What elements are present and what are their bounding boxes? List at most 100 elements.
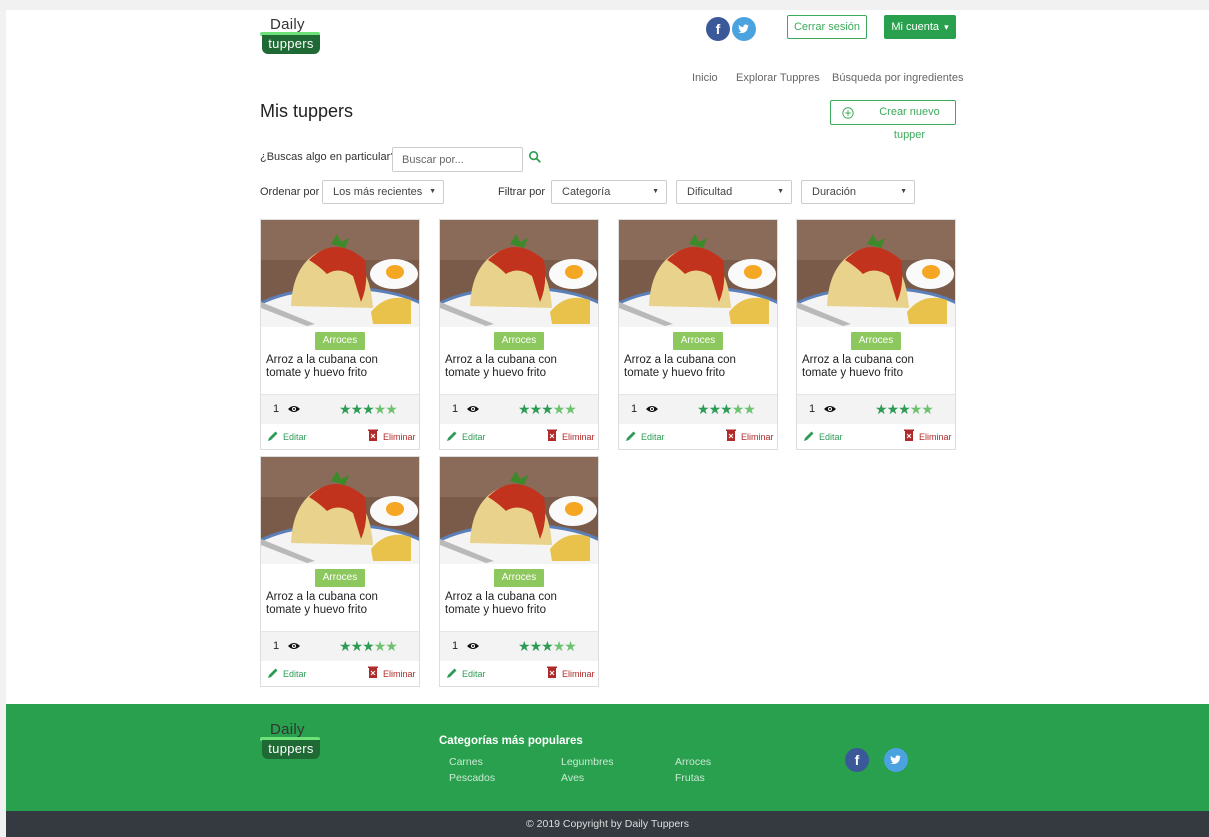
tupper-title[interactable]: Arroz a la cubana con tomate y huevo fri…: [266, 354, 416, 380]
filter-label: Filtrar por: [498, 186, 546, 198]
nav-item-busqueda[interactable]: Búsqueda por ingredientes: [832, 72, 963, 84]
edit-label: Editar: [462, 432, 486, 442]
facebook-icon[interactable]: f: [706, 17, 730, 41]
category-badge[interactable]: Arroces: [673, 332, 723, 350]
footer-facebook-icon[interactable]: f: [845, 748, 869, 772]
tupper-card[interactable]: Arroces Arroz a la cubana con tomate y hu…: [439, 456, 599, 687]
twitter-icon[interactable]: [732, 17, 756, 41]
footer-category-link[interactable]: Arroces: [675, 756, 711, 768]
footer-category-link[interactable]: Aves: [561, 772, 584, 784]
account-dropdown-button[interactable]: Mi cuenta ▾: [884, 15, 956, 39]
copyright: © 2019 Copyright by Daily Tuppers: [6, 811, 1209, 837]
view-count: 1: [452, 640, 459, 652]
star-icon: ★: [720, 401, 733, 417]
tupper-image[interactable]: [440, 457, 598, 564]
trash-icon: [547, 429, 557, 441]
star-icon: ★: [552, 638, 566, 654]
delete-label: Eliminar: [741, 432, 774, 442]
tupper-meta: 1 ★★★★★: [797, 394, 955, 424]
logout-button[interactable]: Cerrar sesión: [787, 15, 867, 39]
star-rating: ★★★★★: [339, 401, 398, 418]
star-rating: ★★★★★: [518, 638, 577, 655]
sort-select-value: Los más recientes: [333, 186, 423, 198]
category-badge[interactable]: Arroces: [494, 332, 544, 350]
filter-category-value: Categoría: [562, 186, 611, 198]
food-photo: [797, 220, 955, 327]
trash-icon: [904, 429, 914, 441]
view-count: 1: [273, 403, 280, 415]
eye-icon: [467, 643, 479, 649]
footer-category-link[interactable]: Pescados: [449, 772, 495, 784]
tupper-meta: 1 ★★★★★: [619, 394, 777, 424]
tupper-image[interactable]: [619, 220, 777, 327]
view-count: 1: [452, 403, 459, 415]
star-icon: ★: [362, 638, 375, 654]
star-icon: ★: [339, 638, 352, 654]
footer-brand-logo[interactable]: Daily tuppers: [260, 721, 322, 761]
tupper-image[interactable]: [261, 220, 419, 327]
star-rating: ★★★★★: [339, 638, 398, 655]
create-tupper-button[interactable]: Crear nuevo tupper: [830, 100, 956, 141]
filter-difficulty-select[interactable]: Dificultad ▼: [676, 180, 792, 204]
view-count: 1: [809, 403, 816, 415]
filter-difficulty-value: Dificultad: [687, 186, 733, 198]
footer-category-link[interactable]: Carnes: [449, 756, 483, 768]
tupper-card[interactable]: Arroces Arroz a la cubana con tomate y hu…: [260, 456, 420, 687]
filter-category-select[interactable]: Categoría ▼: [551, 180, 667, 204]
nav-item-explorar[interactable]: Explorar Tuppres: [736, 72, 820, 84]
footer-category-link[interactable]: Legumbres: [561, 756, 614, 768]
sort-select[interactable]: Los más recientes ▼: [322, 180, 444, 204]
trash-icon: [726, 429, 736, 441]
star-icon: ★: [350, 638, 364, 654]
twitter-bird-icon: [890, 755, 901, 764]
footer-twitter-icon[interactable]: [884, 748, 908, 772]
tupper-card[interactable]: Arroces Arroz a la cubana con tomate y hu…: [796, 219, 956, 450]
edit-label: Editar: [283, 432, 307, 442]
chevron-down-icon: ▼: [429, 188, 436, 195]
star-icon: ★: [875, 401, 888, 417]
sort-label: Ordenar por: [260, 186, 320, 198]
view-count: 1: [273, 640, 280, 652]
footer-category-link[interactable]: Frutas: [675, 772, 705, 784]
category-badge[interactable]: Arroces: [315, 332, 365, 350]
tupper-image[interactable]: [797, 220, 955, 327]
create-tupper-label: Crear nuevo tupper: [879, 106, 940, 141]
star-icon: ★: [541, 638, 554, 654]
filter-duration-select[interactable]: Duración ▼: [801, 180, 915, 204]
nav-item-inicio[interactable]: Inicio: [692, 72, 718, 84]
edit-label: Editar: [462, 669, 486, 679]
tupper-title[interactable]: Arroz a la cubana con tomate y huevo fri…: [802, 354, 952, 380]
category-badge[interactable]: Arroces: [851, 332, 901, 350]
footer-logo-tuppers: tuppers: [262, 740, 320, 759]
tupper-card[interactable]: Arroces Arroz a la cubana con tomate y hu…: [260, 219, 420, 450]
tupper-card[interactable]: Arroces Arroz a la cubana con tomate y hu…: [439, 219, 599, 450]
trash-icon: [368, 429, 378, 441]
tupper-title[interactable]: Arroz a la cubana con tomate y huevo fri…: [445, 591, 595, 617]
search-input[interactable]: [392, 147, 523, 172]
category-badge[interactable]: Arroces: [315, 569, 365, 587]
brand-logo[interactable]: Daily tuppers: [260, 16, 322, 56]
eye-icon: [288, 406, 300, 412]
view-count: 1: [631, 403, 638, 415]
tupper-title[interactable]: Arroz a la cubana con tomate y huevo fri…: [445, 354, 595, 380]
star-icon: ★: [373, 401, 387, 417]
tupper-title[interactable]: Arroz a la cubana con tomate y huevo fri…: [624, 354, 774, 380]
brand-logo-daily: Daily: [270, 16, 305, 33]
footer: Daily tuppers Categorías más populares C…: [6, 704, 1209, 811]
food-photo: [440, 220, 598, 327]
eye-icon: [824, 406, 836, 412]
footer-heading: Categorías más populares: [439, 735, 583, 747]
star-icon: ★: [743, 401, 756, 417]
tupper-title[interactable]: Arroz a la cubana con tomate y huevo fri…: [266, 591, 416, 617]
tupper-card[interactable]: Arroces Arroz a la cubana con tomate y hu…: [618, 219, 778, 450]
star-icon: ★: [697, 401, 710, 417]
delete-label: Eliminar: [383, 432, 416, 442]
tupper-image[interactable]: [261, 457, 419, 564]
footer-logo-daily: Daily: [270, 721, 305, 738]
search-icon[interactable]: [528, 150, 542, 164]
edit-label: Editar: [283, 669, 307, 679]
tupper-image[interactable]: [440, 220, 598, 327]
star-icon: ★: [529, 401, 543, 417]
category-badge[interactable]: Arroces: [494, 569, 544, 587]
eye-icon: [288, 643, 300, 649]
